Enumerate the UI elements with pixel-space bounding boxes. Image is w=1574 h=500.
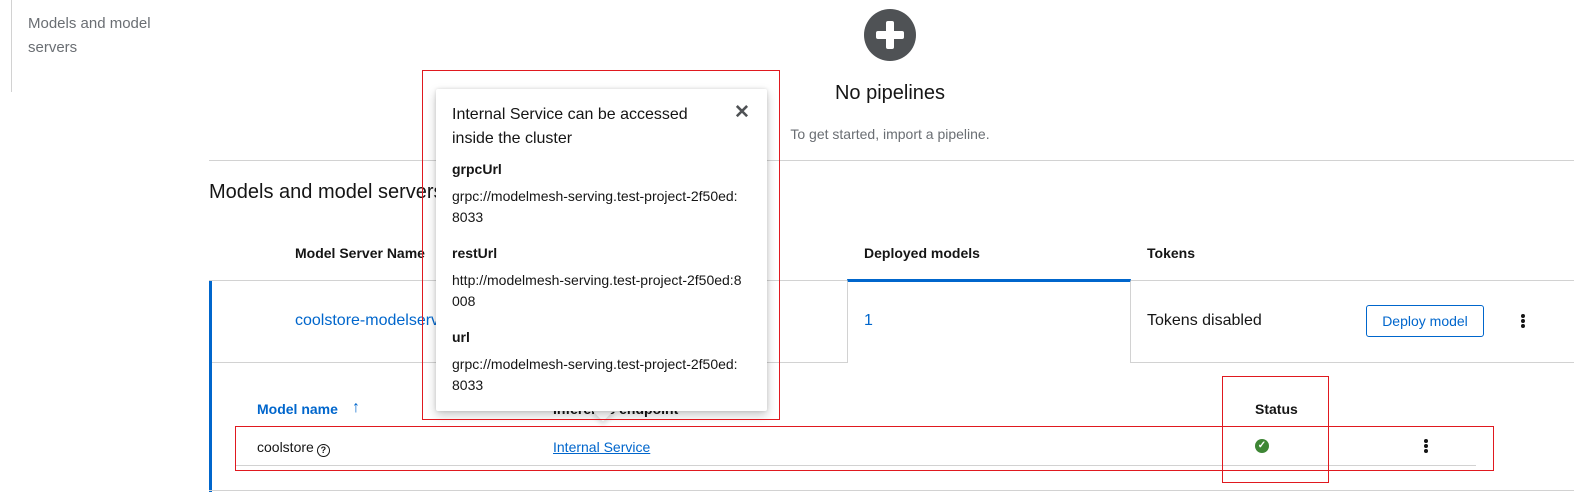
jump-nav: Models and model servers (11, 0, 191, 92)
expanded-row-indicator (209, 281, 212, 492)
deployed-models-cell[interactable] (847, 279, 1131, 363)
column-header-model-server-name: Model Server Name (295, 245, 425, 261)
arrow-up-icon[interactable]: ↑ (352, 398, 360, 418)
plus-circle-icon (864, 9, 916, 61)
deployed-models-count[interactable]: 1 (864, 311, 873, 331)
row-divider (1131, 362, 1574, 363)
column-header-deployed-models: Deployed models (864, 245, 980, 261)
tokens-status: Tokens disabled (1147, 312, 1262, 329)
column-header-tokens: Tokens (1147, 245, 1195, 261)
annotation-box-status (1222, 376, 1329, 483)
jump-nav-item-models[interactable]: Models and model servers (28, 12, 178, 60)
table-bottom-divider (209, 490, 1574, 491)
column-header-model-name[interactable]: Model name (257, 400, 338, 418)
section-divider (209, 160, 1574, 161)
annotation-box-popover (422, 70, 780, 420)
kebab-icon[interactable] (1515, 312, 1531, 330)
deploy-model-button[interactable]: Deploy model (1366, 305, 1484, 337)
section-title: Models and model servers (209, 181, 444, 203)
